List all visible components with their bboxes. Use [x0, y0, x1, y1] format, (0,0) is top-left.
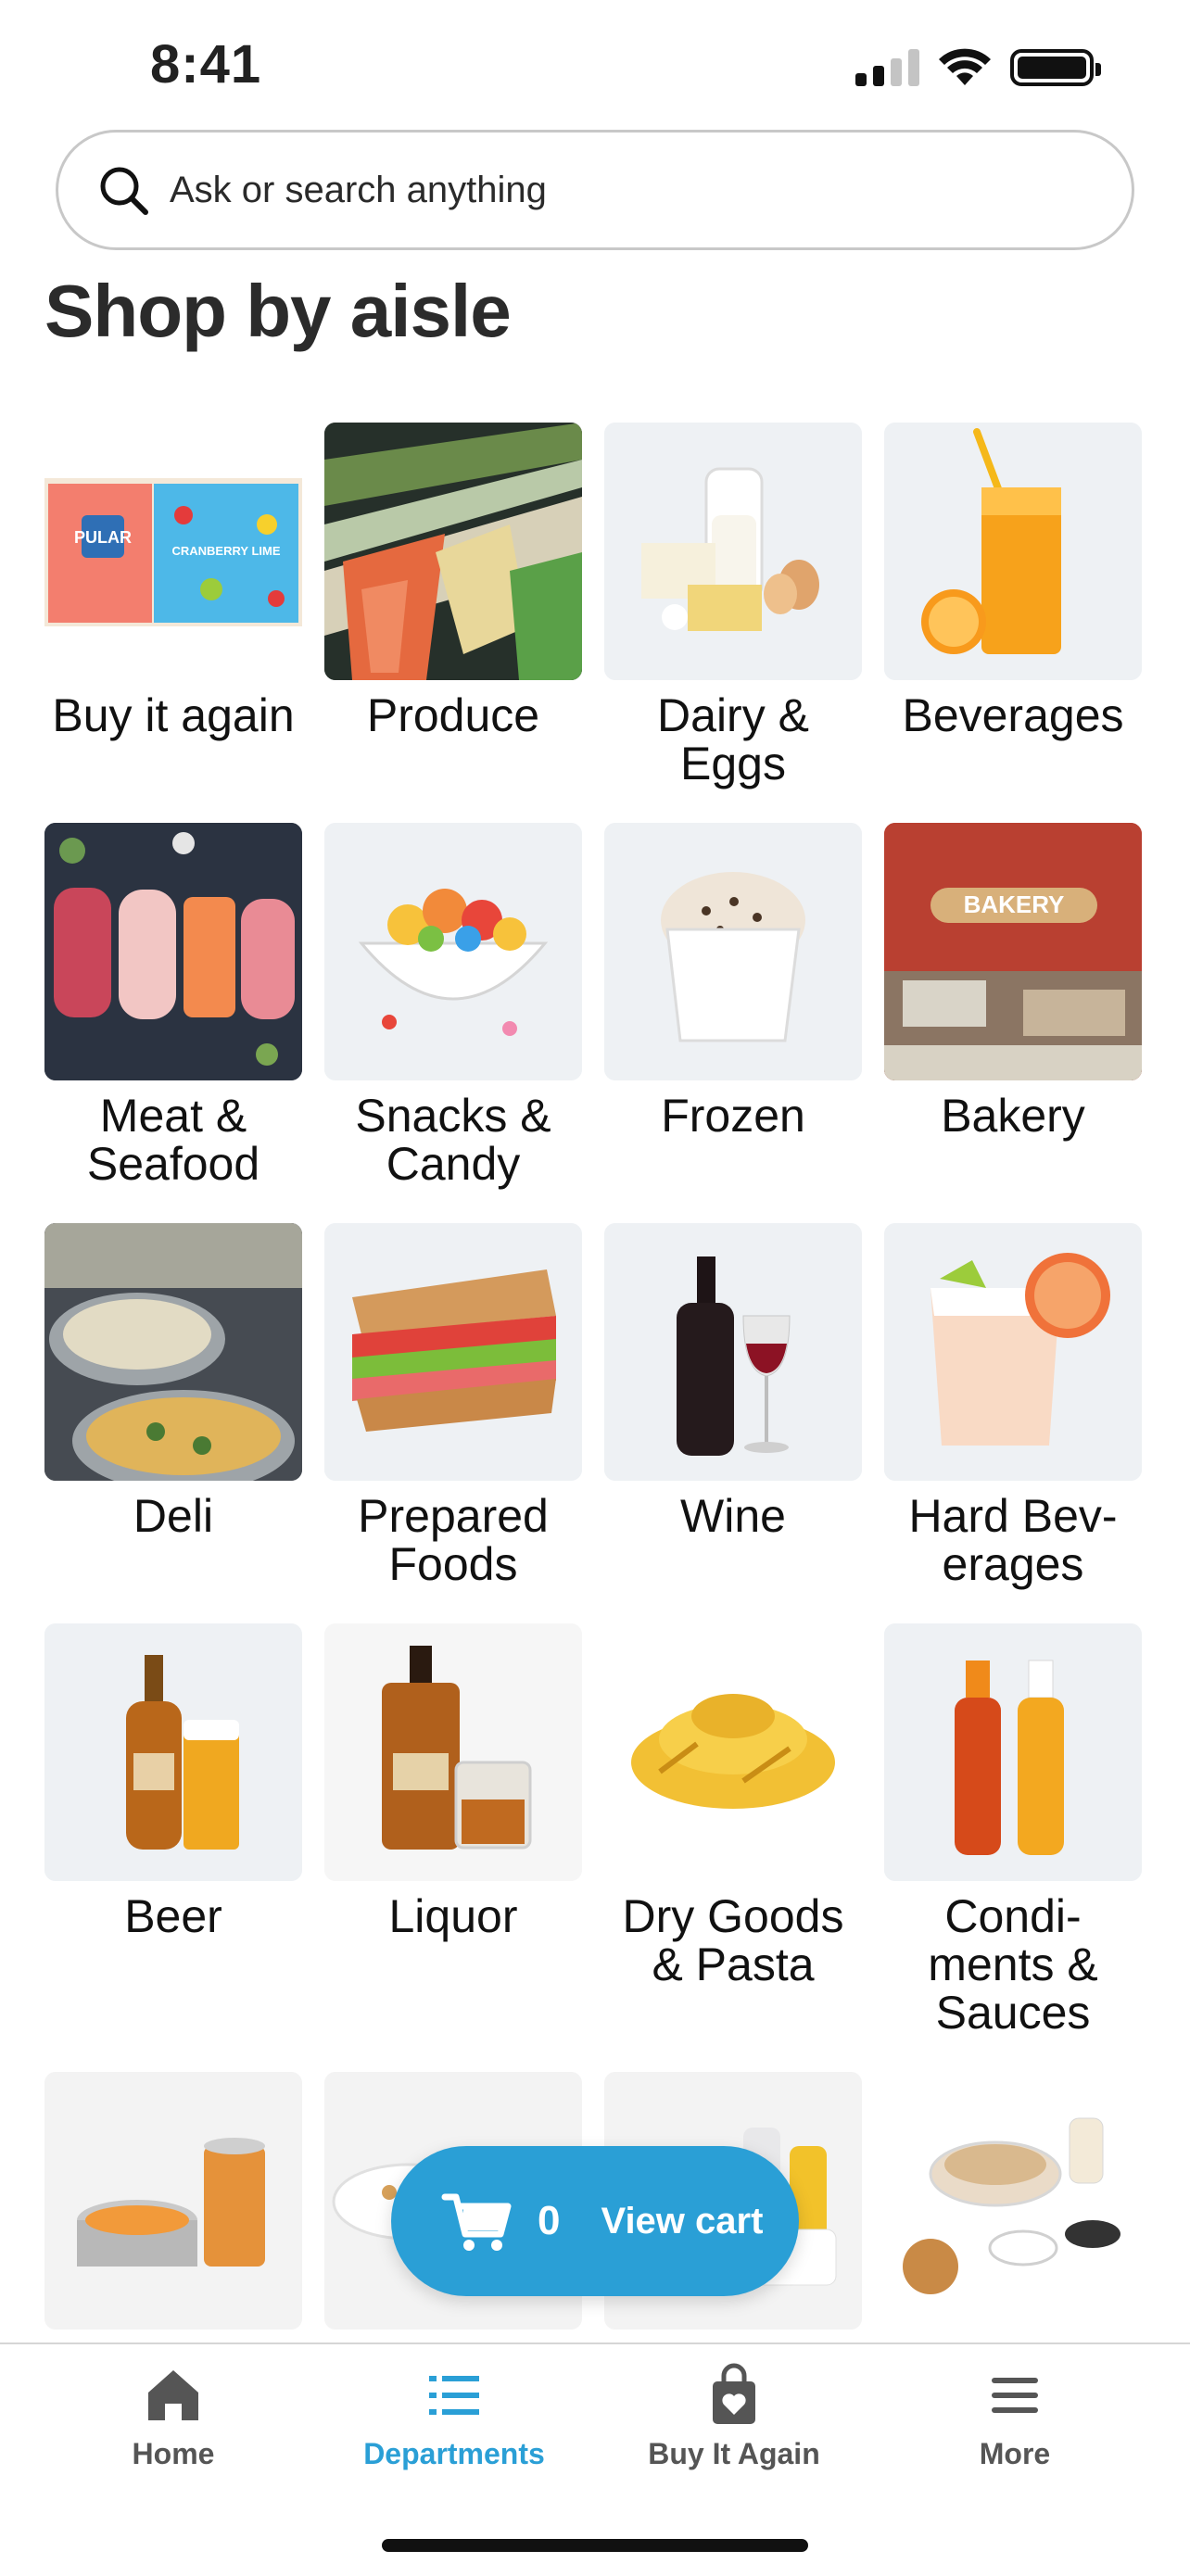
- nav-more[interactable]: More: [876, 2363, 1154, 2471]
- aisle-tile-buy-it-again[interactable]: PULAR CRANBERRY LIME Buy it again: [44, 423, 302, 739]
- hard-beverages-image: [884, 1223, 1142, 1481]
- nav-label: Departments: [363, 2437, 545, 2470]
- aisle-tile-liquor[interactable]: Liquor: [324, 1623, 582, 1940]
- aisle-label: Meat & Seafood: [86, 1090, 260, 1190]
- search-input[interactable]: [168, 168, 1006, 212]
- battery-icon: [1010, 49, 1101, 86]
- beer-image: [44, 1623, 302, 1881]
- signal-icon: [855, 49, 919, 86]
- nav-label: Home: [132, 2437, 215, 2470]
- cart-icon: [441, 2193, 512, 2251]
- aisle-tile-produce[interactable]: Produce: [324, 423, 582, 739]
- cart-count: 0: [538, 2198, 561, 2243]
- meat-seafood-image: [44, 823, 302, 1080]
- nav-home[interactable]: Home: [34, 2363, 312, 2471]
- aisle-label: Liquor: [388, 1890, 518, 1942]
- aisle-tile-deli[interactable]: Deli: [44, 1223, 302, 1540]
- home-indicator: [382, 2539, 808, 2552]
- product-box-text: CRANBERRY LIME: [171, 544, 280, 558]
- view-cart-label: View cart: [601, 2200, 764, 2241]
- aisle-tile-canned-goods[interactable]: [44, 2072, 302, 2341]
- status-bar: 8:41: [0, 0, 1190, 130]
- liquor-image: [324, 1623, 582, 1881]
- aisle-tile-baking[interactable]: [884, 2072, 1142, 2341]
- page-title: Shop by aisle: [44, 270, 512, 352]
- beverages-image: [884, 423, 1142, 680]
- aisle-label: Dairy & Eggs: [657, 689, 809, 789]
- aisle-label: Condi-ments & Sauces: [928, 1890, 1098, 2039]
- frozen-image: [604, 823, 862, 1080]
- nav-label: More: [979, 2437, 1051, 2470]
- aisle-label: Buy it again: [52, 689, 295, 741]
- wine-image: [604, 1223, 862, 1481]
- baking-image: [884, 2072, 1142, 2330]
- condiments-sauces-image: [884, 1623, 1142, 1881]
- nav-label: Buy It Again: [648, 2437, 820, 2470]
- status-time: 8:41: [150, 34, 262, 95]
- aisle-label: Wine: [680, 1490, 786, 1542]
- bag-heart-icon: [713, 2363, 755, 2424]
- bakery-image: BAKERY: [884, 823, 1142, 1080]
- aisle-label: Beverages: [902, 689, 1124, 741]
- aisle-label: Bakery: [941, 1090, 1085, 1142]
- search-bar[interactable]: [56, 130, 1134, 250]
- buy-it-again-image: PULAR CRANBERRY LIME: [44, 423, 302, 680]
- dry-goods-pasta-image: [604, 1623, 862, 1881]
- aisle-label: Frozen: [661, 1090, 805, 1142]
- canned-goods-image: [44, 2072, 302, 2330]
- produce-image: [324, 423, 582, 680]
- aisle-label: Hard Bev-erages: [908, 1490, 1118, 1590]
- nav-buy-it-again[interactable]: Buy It Again: [595, 2363, 873, 2471]
- home-icon: [148, 2370, 198, 2420]
- aisle-tile-beverages[interactable]: Beverages: [884, 423, 1142, 739]
- status-icons: [855, 48, 1101, 87]
- aisle-tile-dairy-eggs[interactable]: Dairy & Eggs: [604, 423, 862, 788]
- aisle-tile-dry-goods-pasta[interactable]: Dry Goods & Pasta: [604, 1623, 862, 1989]
- aisle-label: Beer: [124, 1890, 222, 1942]
- dairy-eggs-image: [604, 423, 862, 680]
- aisle-tile-meat-seafood[interactable]: Meat & Seafood: [44, 823, 302, 1188]
- aisle-tile-wine[interactable]: Wine: [604, 1223, 862, 1540]
- aisle-label: Snacks & Candy: [355, 1090, 551, 1190]
- aisle-tile-frozen[interactable]: Frozen: [604, 823, 862, 1140]
- prepared-foods-image: [324, 1223, 582, 1481]
- aisle-label: Prepared Foods: [358, 1490, 549, 1590]
- list-icon: [429, 2376, 479, 2415]
- deli-image: [44, 1223, 302, 1481]
- aisle-tile-beer[interactable]: Beer: [44, 1623, 302, 1940]
- aisle-tile-snacks-candy[interactable]: Snacks & Candy: [324, 823, 582, 1188]
- aisle-tile-prepared-foods[interactable]: Prepared Foods: [324, 1223, 582, 1588]
- nav-departments[interactable]: Departments: [315, 2363, 593, 2471]
- aisle-tile-condiments-sauces[interactable]: Condi-ments & Sauces: [884, 1623, 1142, 2037]
- bakery-sign-text: BAKERY: [964, 890, 1065, 918]
- aisle-label: Deli: [133, 1490, 214, 1542]
- menu-icon: [992, 2378, 1038, 2413]
- aisle-label: Dry Goods & Pasta: [622, 1890, 844, 1990]
- aisle-label: Produce: [366, 689, 540, 741]
- view-cart-button[interactable]: 0 View cart: [391, 2146, 799, 2296]
- aisle-tile-bakery[interactable]: BAKERY Bakery: [884, 823, 1142, 1140]
- wifi-icon: [939, 48, 991, 85]
- aisle-tile-hard-beverages[interactable]: Hard Bev-erages: [884, 1223, 1142, 1588]
- search-icon: [100, 167, 148, 215]
- svg-text:PULAR: PULAR: [74, 528, 132, 547]
- snacks-candy-image: [324, 823, 582, 1080]
